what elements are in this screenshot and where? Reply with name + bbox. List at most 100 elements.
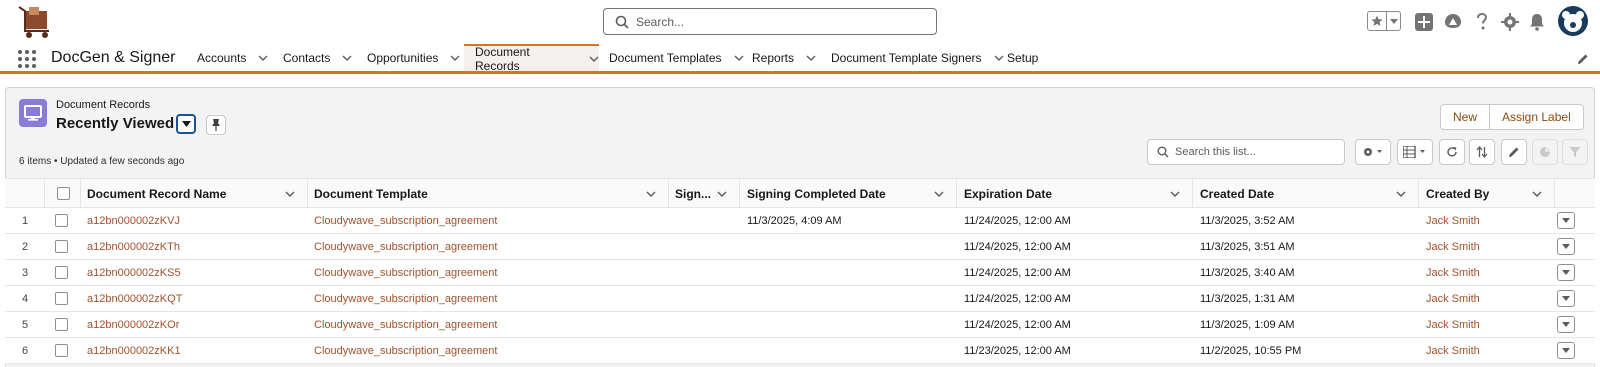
chevron-down-icon[interactable] xyxy=(1532,191,1542,197)
created-by-link[interactable]: Jack Smith xyxy=(1426,286,1480,311)
list-view-selector-button[interactable] xyxy=(176,114,196,134)
sort-icon xyxy=(1476,146,1488,158)
nav-item-contacts[interactable]: Contacts xyxy=(283,44,352,71)
created-by-link[interactable]: Jack Smith xyxy=(1426,208,1480,233)
row-actions-button[interactable] xyxy=(1557,238,1575,255)
refresh-icon xyxy=(1447,147,1457,157)
row-actions-button[interactable] xyxy=(1557,290,1575,307)
expiration-date-cell: 11/24/2025, 12:00 AM xyxy=(964,318,1071,331)
record-name-link[interactable]: a12bn000002zKTh xyxy=(87,234,180,259)
assign-label-button[interactable]: Assign Label xyxy=(1490,104,1584,130)
created-by-link[interactable]: Jack Smith xyxy=(1426,234,1480,259)
nav-item-setup[interactable]: Setup xyxy=(1007,44,1038,71)
record-name-link[interactable]: a12bn000002zKQT xyxy=(87,286,182,311)
row-number: 1 xyxy=(21,214,29,227)
row-checkbox[interactable] xyxy=(55,240,68,253)
row-checkbox[interactable] xyxy=(55,318,68,331)
add-icon[interactable] xyxy=(1414,12,1434,32)
record-name-link[interactable]: a12bn000002zKS5 xyxy=(87,260,181,285)
chevron-down-icon[interactable] xyxy=(646,191,656,197)
nav-item-document-template-signers[interactable]: Document Template Signers xyxy=(831,44,1004,71)
favorites-dropdown-icon[interactable] xyxy=(1387,12,1400,30)
help-icon[interactable] xyxy=(1472,12,1492,32)
pin-list-view-button[interactable] xyxy=(206,115,226,135)
row-checkbox[interactable] xyxy=(55,344,68,357)
chevron-down-icon xyxy=(1562,296,1570,301)
table-row: 3 a12bn000002zKS5 Cloudywave_subscriptio… xyxy=(5,260,1595,286)
document-template-link[interactable]: Cloudywave_subscription_agreement xyxy=(314,338,497,363)
column-header-document-template[interactable]: Document Template xyxy=(308,179,669,208)
chevron-down-icon[interactable] xyxy=(934,191,944,197)
signing-completed-date-cell: 11/3/2025, 4:09 AM xyxy=(747,214,842,227)
document-template-link[interactable]: Cloudywave_subscription_agreement xyxy=(314,260,497,285)
filter-button[interactable] xyxy=(1562,139,1588,165)
user-avatar[interactable] xyxy=(1558,6,1588,36)
chevron-down-icon[interactable] xyxy=(1396,191,1406,197)
document-template-link[interactable]: Cloudywave_subscription_agreement xyxy=(314,312,497,337)
row-actions-button[interactable] xyxy=(1557,264,1575,281)
row-actions-button[interactable] xyxy=(1557,316,1575,333)
list-search-input[interactable]: Search this list... xyxy=(1147,139,1345,165)
column-header-signed[interactable]: Sign... xyxy=(669,179,740,208)
column-header-document-record-name[interactable]: Document Record Name xyxy=(81,179,308,208)
chevron-down-icon[interactable] xyxy=(450,55,460,61)
created-by-link[interactable]: Jack Smith xyxy=(1426,338,1480,363)
column-header-created-by[interactable]: Created By xyxy=(1419,179,1555,208)
record-name-link[interactable]: a12bn000002zKVJ xyxy=(87,208,180,233)
setup-gear-icon[interactable] xyxy=(1500,12,1520,32)
chevron-down-icon[interactable] xyxy=(717,191,727,197)
nav-item-opportunities[interactable]: Opportunities xyxy=(367,44,460,71)
chevron-down-icon[interactable] xyxy=(734,55,744,61)
nav-item-document-records[interactable]: Document Records xyxy=(464,44,599,73)
created-by-link[interactable]: Jack Smith xyxy=(1426,312,1480,337)
charts-button[interactable] xyxy=(1532,139,1558,165)
refresh-button[interactable] xyxy=(1439,139,1465,165)
column-header-created-date[interactable]: Created Date xyxy=(1193,179,1419,208)
record-name-link[interactable]: a12bn000002zKK1 xyxy=(87,338,181,363)
edit-nav-pencil-icon[interactable] xyxy=(1577,53,1589,65)
notifications-bell-icon[interactable] xyxy=(1527,12,1547,32)
list-view-title: Recently Viewed xyxy=(56,115,175,132)
nav-item-document-templates[interactable]: Document Templates xyxy=(609,44,744,71)
nav-item-accounts[interactable]: Accounts xyxy=(197,44,268,71)
nav-item-reports[interactable]: Reports xyxy=(752,44,816,71)
chevron-down-icon[interactable] xyxy=(285,191,295,197)
table-row: 5 a12bn000002zKOr Cloudywave_subscriptio… xyxy=(5,312,1595,338)
favorites-button-group[interactable] xyxy=(1367,11,1401,31)
app-navigation-bar: DocGen & Signer Accounts Contacts Opport… xyxy=(0,44,1600,74)
sort-button[interactable] xyxy=(1469,139,1495,165)
column-header-signing-completed-date[interactable]: Signing Completed Date xyxy=(740,179,957,208)
created-by-link[interactable]: Jack Smith xyxy=(1426,260,1480,285)
column-header-label: Signing Completed Date xyxy=(747,186,886,201)
display-as-table-button[interactable] xyxy=(1397,139,1433,165)
row-actions-button[interactable] xyxy=(1557,342,1575,359)
list-view-controls-button[interactable] xyxy=(1355,139,1391,165)
app-logo-icon[interactable] xyxy=(17,3,57,39)
row-checkbox[interactable] xyxy=(55,292,68,305)
document-template-link[interactable]: Cloudywave_subscription_agreement xyxy=(314,234,497,259)
favorites-star-icon[interactable] xyxy=(1368,12,1387,30)
new-button[interactable]: New xyxy=(1440,104,1491,130)
row-actions-button[interactable] xyxy=(1557,212,1575,229)
expiration-date-cell: 11/24/2025, 12:00 AM xyxy=(964,292,1071,305)
global-search-input[interactable]: Search... xyxy=(603,8,937,35)
app-launcher-icon[interactable] xyxy=(18,50,36,68)
column-header-expiration-date[interactable]: Expiration Date xyxy=(957,179,1193,208)
chevron-down-icon[interactable] xyxy=(589,56,599,62)
record-name-link[interactable]: a12bn000002zKOr xyxy=(87,312,179,337)
trailhead-icon[interactable] xyxy=(1443,12,1463,32)
document-template-link[interactable]: Cloudywave_subscription_agreement xyxy=(314,286,497,311)
select-all-checkbox[interactable] xyxy=(57,187,70,200)
row-checkbox[interactable] xyxy=(55,214,68,227)
inline-edit-button[interactable] xyxy=(1501,139,1527,165)
chevron-down-icon[interactable] xyxy=(1170,191,1180,197)
chevron-down-icon[interactable] xyxy=(258,55,268,61)
chevron-down-icon[interactable] xyxy=(994,55,1004,61)
table-row: 6 a12bn000002zKK1 Cloudywave_subscriptio… xyxy=(5,338,1595,364)
chevron-down-icon xyxy=(181,121,191,127)
chevron-down-icon[interactable] xyxy=(342,55,352,61)
created-date-cell: 11/3/2025, 3:51 AM xyxy=(1200,240,1295,253)
document-template-link[interactable]: Cloudywave_subscription_agreement xyxy=(314,208,497,233)
row-checkbox[interactable] xyxy=(55,266,68,279)
chevron-down-icon[interactable] xyxy=(806,55,816,61)
